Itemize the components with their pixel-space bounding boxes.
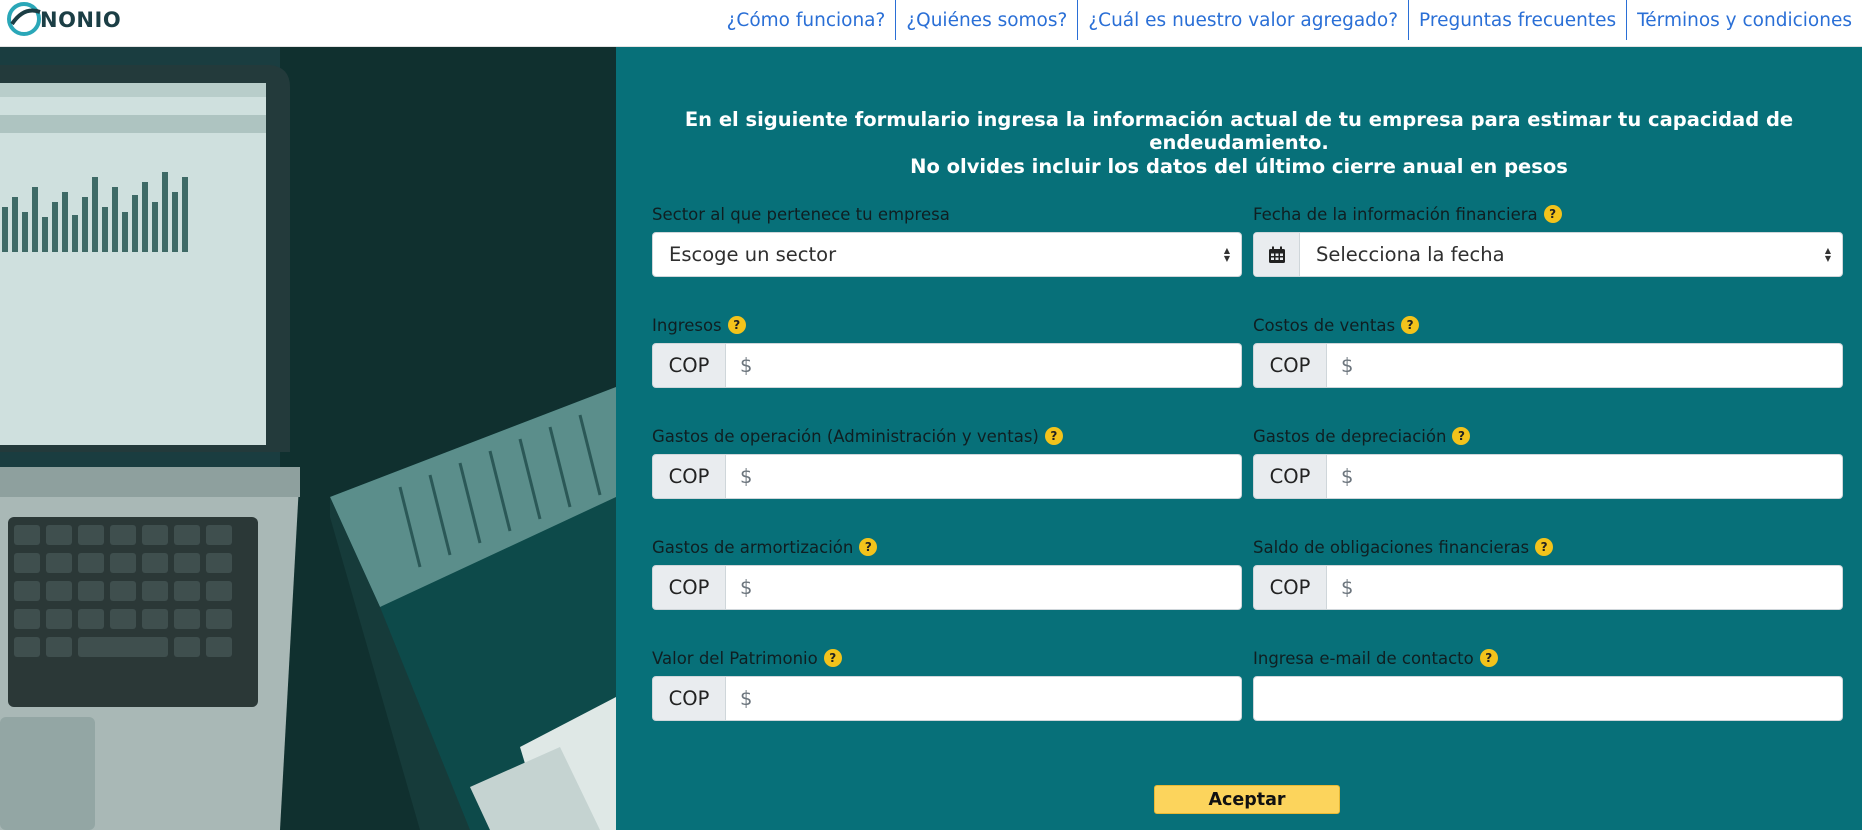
gastos-operacion-label-text: Gastos de operación (Administración y ve… [652,426,1039,446]
hero-photo-laptop-book [0,47,616,830]
patrimonio-label-text: Valor del Patrimonio [652,648,818,668]
form-intro-note: No olvides incluir los datos del último … [910,155,1568,178]
saldo-obligaciones-input[interactable] [1341,576,1842,599]
ingresos-input[interactable] [740,354,1241,377]
help-icon[interactable]: ? [1535,538,1554,556]
nav-preguntas-frecuentes[interactable]: Preguntas frecuentes [1408,0,1626,40]
top-navbar: NONIO ¿Cómo funciona? ¿Quiénes somos? ¿C… [0,0,1862,47]
nav-quienes-somos[interactable]: ¿Quiénes somos? [895,0,1077,40]
ingresos-input-wrap [726,343,1242,388]
ingresos-label: Ingresos? [652,313,1242,337]
gastos-operacion-field: Gastos de operación (Administración y ve… [652,424,1242,499]
help-icon[interactable]: ? [823,649,842,667]
form-intro-text: En el siguiente formulario ingresa la in… [684,108,1794,154]
gastos-amortizacion-label: Gastos de armortización? [652,535,1242,559]
saldo-obligaciones-label-text: Saldo de obligaciones financieras [1253,537,1530,557]
costos-ventas-label: Costos de ventas? [1253,313,1843,337]
sort-caret-icon: ▲ ▼ [1824,245,1832,263]
patrimonio-label: Valor del Patrimonio? [652,646,1242,670]
help-icon[interactable]: ? [1452,427,1471,445]
costos-ventas-label-text: Costos de ventas [1253,315,1396,335]
currency-addon: COP [652,454,726,499]
gastos-depreciacion-label: Gastos de depreciación? [1253,424,1843,448]
email-label: Ingresa e-mail de contacto? [1253,646,1843,670]
sector-label-text: Sector al que pertenece tu empresa [652,204,950,224]
costos-ventas-input-wrap [1327,343,1843,388]
currency-addon: COP [1253,454,1327,499]
logo-mark-icon [7,2,41,36]
help-icon[interactable]: ? [859,538,878,556]
gastos-depreciacion-field: Gastos de depreciación? COP [1253,424,1843,499]
gastos-operacion-input[interactable] [740,465,1241,488]
gastos-amortizacion-input-wrap [726,565,1242,610]
currency-addon: COP [1253,565,1327,610]
help-icon[interactable]: ? [727,316,746,334]
hero-photo-illustration [0,47,616,830]
email-input[interactable] [1253,676,1843,721]
brand-logo[interactable]: NONIO [4,2,121,38]
help-icon[interactable]: ? [1044,427,1063,445]
sector-field: Sector al que pertenece tu empresa Escog… [652,202,1242,277]
patrimonio-input-wrap [726,676,1242,721]
gastos-depreciacion-label-text: Gastos de depreciación [1253,426,1447,446]
date-field: Fecha de la información financiera? Sele… [1253,202,1843,277]
nav-como-funciona[interactable]: ¿Cómo funciona? [717,0,896,40]
gastos-amortizacion-field: Gastos de armortización? COP [652,535,1242,610]
sector-select[interactable]: Escoge un sector ▲ ▼ [652,232,1242,277]
gastos-amortizacion-label-text: Gastos de armortización [652,537,854,557]
currency-addon: COP [1253,343,1327,388]
sector-select-value: Escoge un sector [669,243,837,266]
accept-button[interactable]: Aceptar [1154,785,1340,814]
gastos-operacion-label: Gastos de operación (Administración y ve… [652,424,1242,448]
date-select-value: Selecciona la fecha [1316,243,1505,266]
ingresos-field: Ingresos? COP [652,313,1242,388]
sort-caret-icon: ▲ ▼ [1223,245,1231,263]
email-label-text: Ingresa e-mail de contacto [1253,648,1474,668]
calendar-icon [1254,233,1300,276]
saldo-obligaciones-label: Saldo de obligaciones financieras? [1253,535,1843,559]
date-label: Fecha de la información financiera? [1253,202,1843,226]
help-icon[interactable]: ? [1479,649,1498,667]
date-label-text: Fecha de la información financiera [1253,204,1538,224]
gastos-operacion-input-wrap [726,454,1242,499]
ingresos-label-text: Ingresos [652,315,722,335]
currency-addon: COP [652,565,726,610]
gastos-amortizacion-input[interactable] [740,576,1241,599]
help-icon[interactable]: ? [1401,316,1420,334]
gastos-depreciacion-input[interactable] [1341,465,1842,488]
currency-addon: COP [652,343,726,388]
nav-valor-agregado[interactable]: ¿Cuál es nuestro valor agregado? [1077,0,1408,40]
patrimonio-field: Valor del Patrimonio? COP [652,646,1242,721]
costos-ventas-field: Costos de ventas? COP [1253,313,1843,388]
gastos-depreciacion-input-wrap [1327,454,1843,499]
email-field: Ingresa e-mail de contacto? [1253,646,1843,721]
date-select[interactable]: Selecciona la fecha ▲ ▼ [1253,232,1843,277]
patrimonio-input[interactable] [740,687,1241,710]
help-icon[interactable]: ? [1543,205,1562,223]
costos-ventas-input[interactable] [1341,354,1842,377]
currency-addon: COP [652,676,726,721]
nav-terminos-condiciones[interactable]: Términos y condiciones [1626,0,1862,40]
saldo-obligaciones-field: Saldo de obligaciones financieras? COP [1253,535,1843,610]
form-panel: En el siguiente formulario ingresa la in… [616,47,1862,830]
main-nav: ¿Cómo funciona? ¿Quiénes somos? ¿Cuál es… [717,0,1862,40]
saldo-obligaciones-input-wrap [1327,565,1843,610]
sector-label: Sector al que pertenece tu empresa [652,202,1242,226]
brand-name: NONIO [40,8,122,32]
